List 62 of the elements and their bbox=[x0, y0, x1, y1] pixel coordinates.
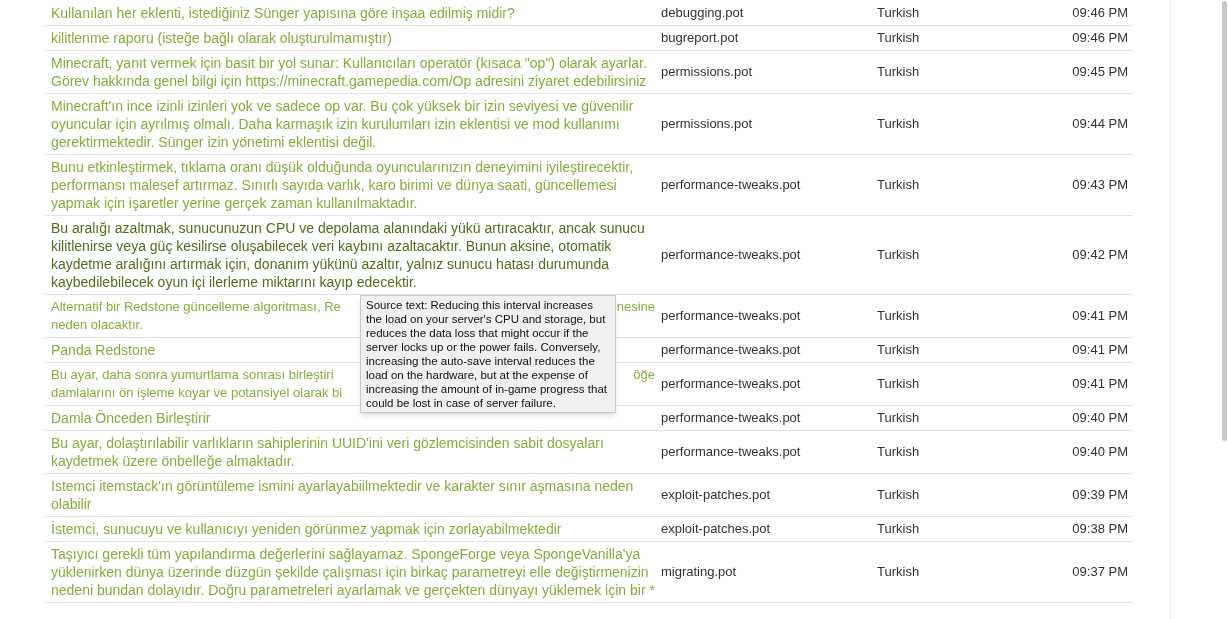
language: Turkish bbox=[877, 564, 920, 579]
language: Turkish bbox=[877, 30, 920, 45]
source-text: Bu ayar, dolaştırılabilir varlıkların sahiplerinin UUID'ini veri gözlemcisinden sabit dosyaları kaydetmek üzere önbelleğe almaktadır. bbox=[51, 435, 604, 469]
file-name: debugging.pot bbox=[661, 5, 744, 20]
source-text: Taşıyıcı gerekli tüm yapılandırma değerlerini sağlayamaz. SpongeForge veya SpongeVanilla'ya yüklenirken dünya üzerinde düzgün şekilde çalışması için birkaç parametreyi elle değiştirmenizin nedeni bundan dolayıdır. Doğru parametreleri ayarlamak ve gerçekten dünyayı yüklemek için bir * bbox=[51, 546, 655, 598]
file-name: migrating.pot bbox=[661, 564, 737, 579]
language: Turkish bbox=[877, 5, 920, 20]
source-text: neden olacaktır. bbox=[51, 316, 143, 334]
language: Turkish bbox=[877, 64, 920, 79]
time: 09:42 PM bbox=[1072, 247, 1128, 262]
language: Turkish bbox=[877, 376, 920, 391]
source-text: kilitlenme raporu (isteğe bağlı olarak oluşturulmamıştır) bbox=[51, 30, 392, 46]
file-name: performance-tweaks.pot bbox=[661, 308, 801, 323]
source-text: Minecraft'ın ince izinli izinleri yok ve sadece op var. Bu çok yüksek bir izin seviyesi ve güvenilir oyuncular için ayrılmış olmalı. Daha karmaşık izin kurulumları izin eklentisi ve mod kullanımı gerektirmektedir. Sünger izin yönetimi eklentisi değil. bbox=[51, 98, 634, 150]
source-text: İstemci, sunucuyu ve kullanıcıyı yeniden görünmez yapmak için zorlayabilmektedir bbox=[51, 521, 562, 537]
time: 09:40 PM bbox=[1072, 410, 1128, 425]
source-text: Bu aralığı azaltmak, sunucunuzun CPU ve depolama alanındaki yükü artıracaktır, ancak sunucu kilitlenirse veya güç kesilirse oluşabilecek veri kaybını azaltacaktır. Bunun aksine, otomatik kaydetme aralığını artırmak için, donanım yükünü azaltır, yalnız sunucu hatası durumunda kaybedilebilecek oyun içi ilerleme miktarını kayıp edecektir. bbox=[51, 220, 645, 290]
source-text: Kullanılan her eklenti, istediğiniz Sünger yapısına göre inşaa edilmiş midir? bbox=[51, 5, 515, 21]
language: Turkish bbox=[877, 308, 920, 323]
file-name: exploit-patches.pot bbox=[661, 487, 771, 502]
time: 09:37 PM bbox=[1072, 564, 1128, 579]
source-text: Istemci itemstack'ın görüntüleme ismini ayarlayabiilmektedir ve karakter sınır aşmasına neden olabilir bbox=[51, 478, 634, 512]
language: Turkish bbox=[877, 410, 920, 425]
time: 09:40 PM bbox=[1072, 444, 1128, 459]
time: 09:41 PM bbox=[1072, 376, 1128, 391]
tooltip: Source text: Reducing this interval increases the load on your server's CPU and storage, but reduces the data loss that might occur if the server locks up or the power fails. Conversely, increasing the auto-save interval reduces the load on the hardware, but at the expense of increasing the amount of in-game progress that could be lost in case of server failure. bbox=[360, 295, 616, 413]
time: 09:46 PM bbox=[1072, 5, 1128, 20]
source-text: Panda Redstone bbox=[51, 342, 156, 358]
language: Turkish bbox=[877, 247, 920, 262]
time: 09:44 PM bbox=[1072, 116, 1128, 131]
time: 09:46 PM bbox=[1072, 30, 1128, 45]
source-text: öğe bbox=[633, 366, 655, 384]
language: Turkish bbox=[877, 342, 920, 357]
language: Turkish bbox=[877, 487, 920, 502]
source-text: Bunu etkinleştirmek, tıklama oranı düşük olduğunda oyuncularınızın deneyimini iyileştirecektir, performansı malesef artırmaz. Sınırlı sayıda varlık, karo birimi ve dünya saati, güncellemesi yapmak için işaretler yerine gerçek zaman kullanılmaktadır. bbox=[51, 159, 634, 211]
time: 09:41 PM bbox=[1072, 342, 1128, 357]
file-name: exploit-patches.pot bbox=[661, 521, 771, 536]
language: Turkish bbox=[877, 177, 920, 192]
file-name: performance-tweaks.pot bbox=[661, 342, 801, 357]
source-text: damlalarını ön işleme koyar ve potansiyel olarak bi bbox=[51, 384, 343, 402]
source-text: Damla Önceden Birleştirir bbox=[51, 410, 211, 426]
time: 09:39 PM bbox=[1072, 487, 1128, 502]
source-text: Alternatif bir Redstone güncelleme algoritması, Re bbox=[51, 298, 341, 316]
file-name: performance-tweaks.pot bbox=[661, 247, 801, 262]
time: 09:38 PM bbox=[1072, 521, 1128, 536]
file-name: permissions.pot bbox=[661, 116, 753, 131]
source-text: Bu ayar, daha sonra yumurtlama sonrası birleştiri bbox=[51, 366, 334, 384]
time: 09:45 PM bbox=[1072, 64, 1128, 79]
file-name: permissions.pot bbox=[661, 64, 753, 79]
file-name: performance-tweaks.pot bbox=[661, 410, 801, 425]
time: 09:41 PM bbox=[1072, 308, 1128, 323]
source-text: Minecraft, yanıt vermek için basit bir yol sunar: Kullanıcıları operatör (kısaca "op") olarak ayarlar. Görev hakkında genel bilgi için https://minecraft.gamepedia.com/Op adresini ziyaret edebilirsiniz bbox=[51, 55, 647, 89]
source-text: nesine bbox=[616, 298, 655, 316]
file-name: performance-tweaks.pot bbox=[661, 177, 801, 192]
file-name: bugreport.pot bbox=[661, 30, 739, 45]
file-name: performance-tweaks.pot bbox=[661, 376, 801, 391]
scrollbar-thumb[interactable] bbox=[1222, 1, 1227, 441]
language: Turkish bbox=[877, 521, 920, 536]
language: Turkish bbox=[877, 116, 920, 131]
language: Turkish bbox=[877, 444, 920, 459]
file-name: performance-tweaks.pot bbox=[661, 444, 801, 459]
time: 09:43 PM bbox=[1072, 177, 1128, 192]
